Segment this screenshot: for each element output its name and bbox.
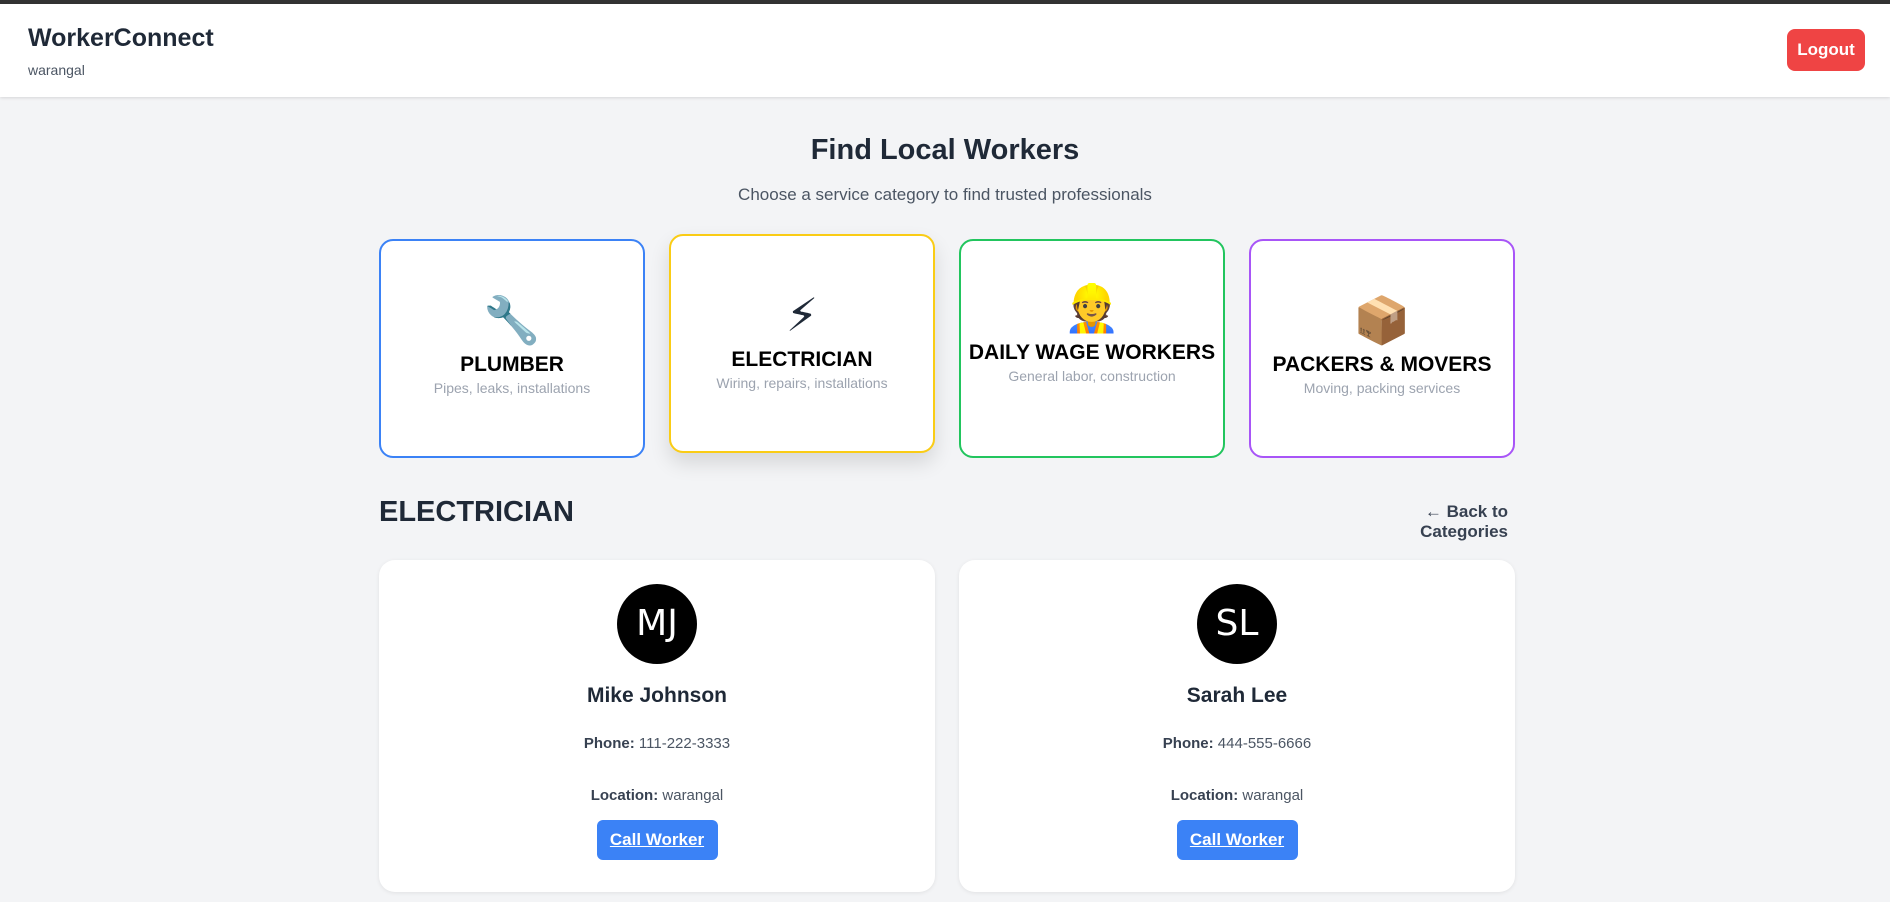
current-city: warangal bbox=[28, 62, 85, 78]
location-label: Location: bbox=[1170, 787, 1239, 804]
phone-value: 111-222-3333 bbox=[638, 735, 731, 752]
phone-label: Phone: bbox=[1162, 735, 1214, 752]
worker-phone: Phone: 444-555-6666 bbox=[959, 735, 1515, 752]
page-subtitle: Choose a service category to find truste… bbox=[738, 185, 1152, 204]
category-card-packers-movers[interactable]: 📦 PACKERS & MOVERS Moving, packing servi… bbox=[1249, 239, 1515, 458]
package-icon: 📦 bbox=[1353, 294, 1411, 346]
category-description: General labor, construction bbox=[1008, 368, 1176, 384]
app-header: WorkerConnect warangal Logout bbox=[0, 4, 1890, 97]
avatar: MJ bbox=[617, 584, 697, 664]
page-title: Find Local Workers bbox=[810, 134, 1080, 166]
category-description: Wiring, repairs, installations bbox=[716, 375, 888, 391]
worker-location: Location: warangal bbox=[379, 787, 935, 804]
wrench-icon: 🔧 bbox=[483, 294, 541, 346]
lightning-icon: ⚡ bbox=[785, 289, 819, 341]
category-card-daily-wage-workers[interactable]: 👷 DAILY WAGE WORKERS General labor, cons… bbox=[959, 239, 1225, 458]
call-worker-button[interactable]: Call Worker bbox=[596, 820, 718, 860]
worker-name: Sarah Lee bbox=[1186, 684, 1288, 707]
category-card-plumber[interactable]: 🔧 PLUMBER Pipes, leaks, installations bbox=[379, 239, 645, 458]
avatar: SL bbox=[1197, 584, 1277, 664]
location-label: Location: bbox=[590, 787, 659, 804]
location-value: warangal bbox=[662, 787, 724, 804]
phone-value: 444-555-6666 bbox=[1217, 735, 1312, 752]
call-worker-button[interactable]: Call Worker bbox=[1176, 820, 1298, 860]
category-name: DAILY WAGE WORKERS bbox=[968, 341, 1216, 364]
category-name: PACKERS & MOVERS bbox=[1272, 353, 1492, 376]
logout-button[interactable]: Logout bbox=[1787, 29, 1865, 71]
worker-name: Mike Johnson bbox=[586, 684, 728, 707]
construction-worker-icon: 👷 bbox=[1063, 282, 1121, 334]
brand-title[interactable]: WorkerConnect bbox=[28, 24, 214, 53]
worker-location: Location: warangal bbox=[959, 787, 1515, 804]
worker-card: SL Sarah Lee Phone: 444-555-6666 Locatio… bbox=[959, 560, 1515, 892]
back-to-categories-link[interactable]: ← Back to Categories bbox=[1340, 502, 1508, 542]
category-description: Moving, packing services bbox=[1303, 380, 1461, 396]
category-name: ELECTRICIAN bbox=[731, 348, 873, 371]
location-value: warangal bbox=[1242, 787, 1304, 804]
category-card-electrician[interactable]: ⚡ ELECTRICIAN Wiring, repairs, installat… bbox=[669, 234, 935, 453]
section-title: ELECTRICIAN bbox=[379, 496, 574, 528]
category-name: PLUMBER bbox=[460, 353, 564, 376]
worker-card: MJ Mike Johnson Phone: 111-222-3333 Loca… bbox=[379, 560, 935, 892]
phone-label: Phone: bbox=[583, 735, 635, 752]
worker-phone: Phone: 111-222-3333 bbox=[379, 735, 935, 752]
category-description: Pipes, leaks, installations bbox=[433, 380, 591, 396]
